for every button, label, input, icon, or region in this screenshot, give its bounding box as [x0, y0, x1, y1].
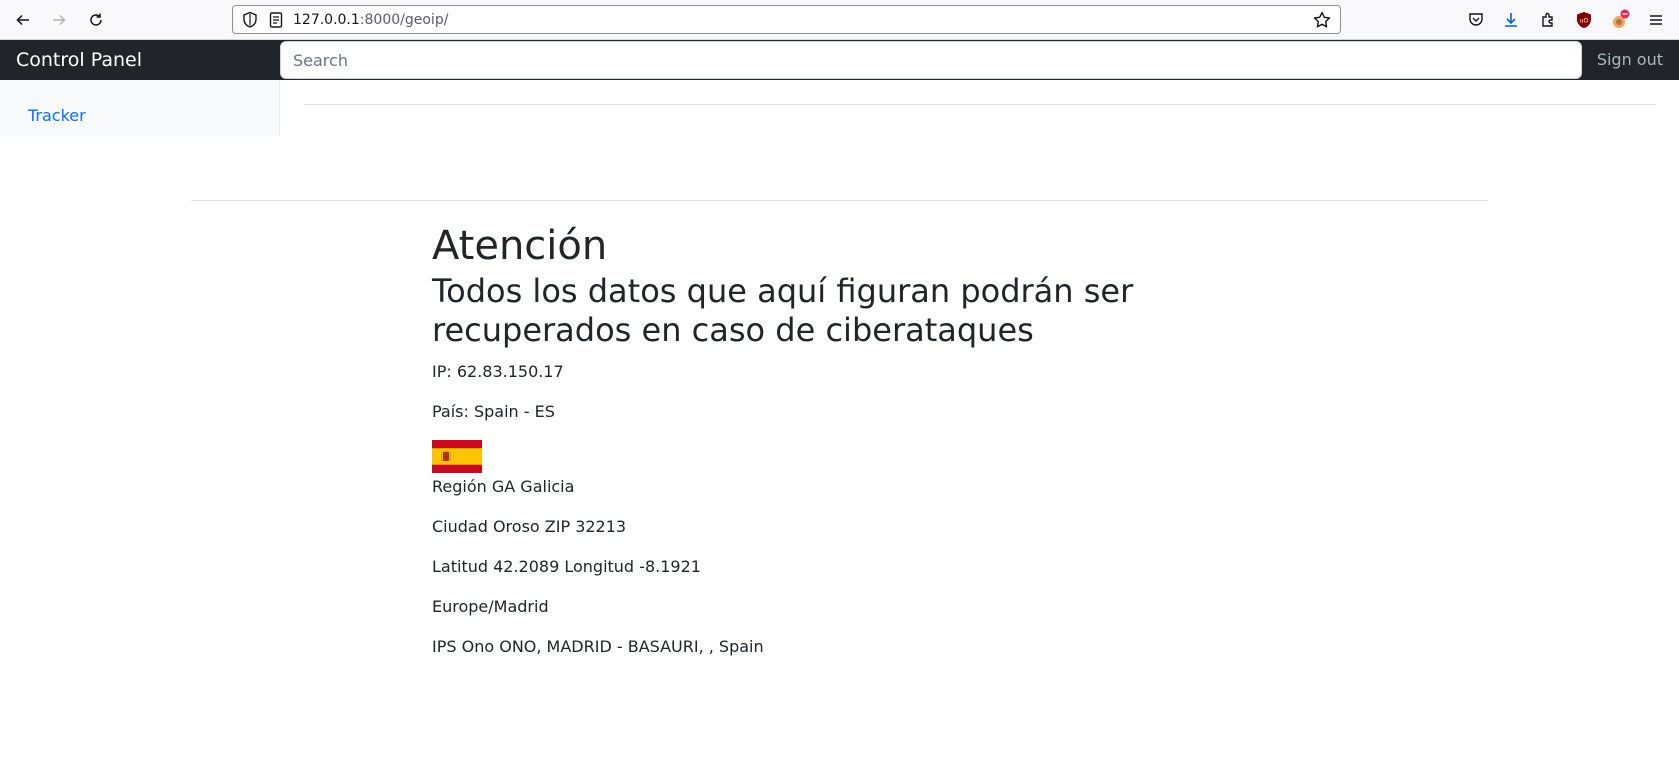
url-host: 127.0.0.1	[293, 12, 360, 28]
ip-text: IP: 62.83.150.17	[432, 362, 564, 381]
page-title: Atención	[432, 223, 608, 269]
divider	[304, 104, 1656, 105]
ublock-origin-icon[interactable]: uO	[1572, 8, 1596, 32]
top-navbar: Control Panel Sign out	[0, 40, 1679, 80]
reload-icon[interactable]	[84, 8, 108, 32]
country-text: País: Spain - ES	[432, 402, 555, 421]
svg-text:uO: uO	[1580, 18, 1589, 25]
timezone-text: Europe/Madrid	[432, 597, 549, 616]
bookmark-star-icon[interactable]	[1312, 10, 1332, 34]
address-bar[interactable]: 127.0.0.1:8000/geoip/	[232, 5, 1341, 34]
geoip-info: Atención Todos los datos que aquí figura…	[432, 222, 1232, 675]
extension-badge-icon[interactable]	[1608, 8, 1632, 32]
url-path: :8000/geoip/	[359, 12, 449, 28]
menu-hamburger-icon[interactable]	[1644, 8, 1668, 32]
back-arrow-icon[interactable]	[11, 8, 35, 32]
extensions-icon[interactable]	[1536, 8, 1560, 32]
pocket-icon[interactable]	[1464, 8, 1488, 32]
coordinates-text: Latitud 42.2089 Longitud -8.1921	[432, 557, 701, 576]
isp-text: IPS Ono ONO, MADRID - BASAURI, , Spain	[432, 637, 764, 656]
region-text: Región GA Galicia	[432, 477, 575, 496]
downloads-icon[interactable]	[1499, 8, 1523, 32]
brand-title[interactable]: Control Panel	[16, 48, 142, 72]
tracking-protection-shield-icon[interactable]	[241, 11, 259, 33]
divider	[191, 200, 1488, 201]
sidebar-item-tracker[interactable]: Tracker	[28, 106, 86, 126]
sidebar: Tracker	[0, 80, 280, 136]
search-input[interactable]	[280, 41, 1582, 79]
page-subtitle: Todos los datos que aquí figuran podrán …	[432, 272, 1134, 349]
page-info-icon[interactable]	[267, 11, 285, 33]
browser-toolbar: 127.0.0.1:8000/geoip/ uO	[0, 0, 1679, 40]
forward-arrow-icon[interactable]	[47, 8, 71, 32]
sign-out-link[interactable]: Sign out	[1597, 50, 1663, 70]
url-text: 127.0.0.1:8000/geoip/	[293, 11, 448, 29]
spain-flag-icon	[432, 440, 482, 473]
city-text: Ciudad Oroso ZIP 32213	[432, 517, 627, 536]
